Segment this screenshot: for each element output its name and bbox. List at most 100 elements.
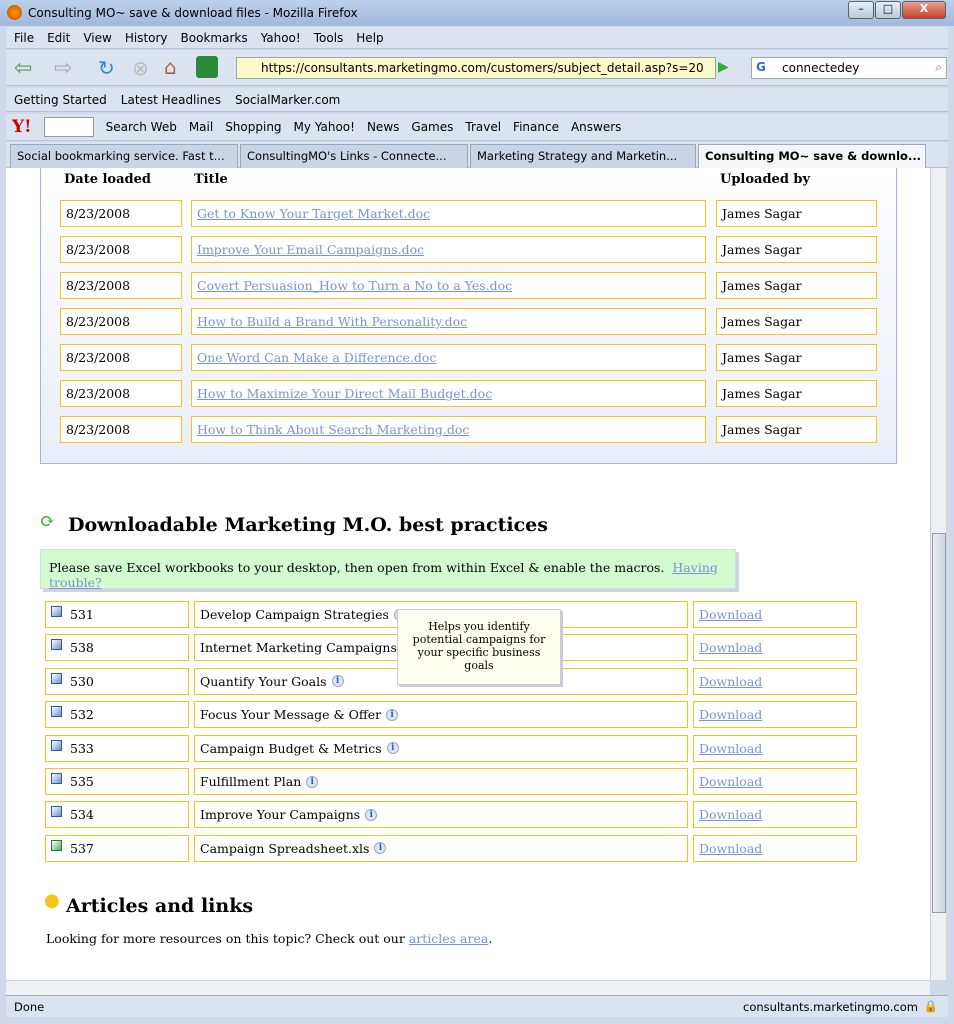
file-link[interactable]: How to Maximize Your Direct Mail Budget.… bbox=[197, 386, 492, 401]
horizontal-scrollbar[interactable] bbox=[6, 980, 930, 995]
uploader: James Sagar bbox=[722, 278, 802, 293]
info-icon[interactable]: i bbox=[374, 842, 387, 855]
title-cell: How to Maximize Your Direct Mail Budget.… bbox=[191, 380, 706, 407]
menu-file[interactable]: File bbox=[14, 31, 34, 45]
download-link[interactable]: Download bbox=[699, 640, 762, 655]
file-link[interactable]: Get to Know Your Target Market.doc bbox=[197, 206, 430, 221]
practice-id: 538 bbox=[70, 640, 94, 656]
download-link[interactable]: Download bbox=[699, 841, 762, 856]
header-uploaded-by: Uploaded by bbox=[720, 172, 811, 187]
window-title: Consulting MO~ save & download files - M… bbox=[28, 6, 358, 20]
tab[interactable]: Social bookmarking service. Fast t... bbox=[10, 144, 238, 168]
bookmark-item[interactable]: Getting Started bbox=[14, 93, 107, 107]
close-button[interactable]: X bbox=[902, 1, 946, 19]
info-icon[interactable]: i bbox=[306, 775, 319, 788]
file-link[interactable]: One Word Can Make a Difference.doc bbox=[197, 350, 436, 365]
menu-history[interactable]: History bbox=[125, 31, 168, 45]
articles-area-link[interactable]: articles area bbox=[409, 931, 489, 946]
download-link[interactable]: Download bbox=[699, 807, 762, 822]
date-cell: 8/23/2008 bbox=[60, 200, 182, 227]
word-icon bbox=[51, 639, 62, 651]
id-cell: 532 bbox=[45, 701, 189, 729]
articles-heading: Articles and links bbox=[66, 895, 254, 917]
word-icon bbox=[51, 773, 62, 784]
macro-note: Please save Excel workbooks to your desk… bbox=[40, 549, 736, 590]
tab-bar: Social bookmarking service. Fast t... Con… bbox=[6, 142, 948, 168]
addon-button[interactable] bbox=[196, 56, 218, 78]
home-button[interactable]: ⌂ bbox=[164, 55, 177, 79]
lock-icon: 🔒 bbox=[923, 999, 938, 1013]
status-text: Done bbox=[14, 1000, 45, 1014]
search-icon[interactable]: ⌕ bbox=[935, 60, 942, 75]
menu-view[interactable]: View bbox=[83, 31, 111, 45]
download-link[interactable]: Download bbox=[699, 707, 762, 722]
yahoo-mail[interactable]: Mail bbox=[189, 120, 213, 134]
info-icon[interactable]: i bbox=[365, 808, 378, 821]
download-link[interactable]: Download bbox=[699, 774, 762, 789]
tab[interactable]: ConsultingMO's Links - Connecte... bbox=[240, 144, 468, 168]
header-title: Title bbox=[194, 172, 228, 187]
yahoo-news[interactable]: News bbox=[367, 120, 399, 134]
file-link[interactable]: Covert Persuasion_How to Turn a No to a … bbox=[197, 278, 512, 293]
forward-button[interactable]: ⇨ bbox=[54, 56, 72, 81]
url-bar[interactable]: https://consultants.marketingmo.com/cust… bbox=[236, 57, 716, 79]
stop-button[interactable]: ⊗ bbox=[132, 56, 149, 80]
lightbulb-icon: ● bbox=[44, 890, 60, 911]
menu-yahoo[interactable]: Yahoo! bbox=[261, 31, 301, 45]
go-button[interactable]: ▶ bbox=[718, 59, 729, 75]
menu-bar: File Edit View History Bookmarks Yahoo! Tools H… bbox=[6, 27, 948, 49]
file-link[interactable]: Improve Your Email Campaigns.doc bbox=[197, 242, 424, 257]
date-cell: 8/23/2008 bbox=[60, 308, 182, 335]
practice-name: Improve Your Campaigns bbox=[200, 807, 361, 823]
practice-id: 530 bbox=[70, 673, 94, 689]
search-input[interactable]: connectedey G ⌕ bbox=[751, 57, 947, 79]
back-button[interactable]: ⇦ bbox=[14, 56, 32, 81]
download-link[interactable]: Download bbox=[699, 607, 762, 622]
id-cell: 534 bbox=[45, 801, 189, 829]
yahoo-shopping[interactable]: Shopping bbox=[225, 120, 281, 134]
tab-label: Marketing Strategy and Marketin... bbox=[477, 149, 678, 163]
bookmark-item[interactable]: Latest Headlines bbox=[121, 93, 221, 107]
yahoo-myyahoo[interactable]: My Yahoo! bbox=[294, 120, 355, 134]
file-link[interactable]: How to Think About Search Marketing.doc bbox=[197, 422, 469, 437]
date: 8/23/2008 bbox=[66, 314, 131, 329]
id-cell: 537 bbox=[45, 834, 189, 862]
status-bar: Done consultants.marketingmo.com 🔒 bbox=[6, 995, 948, 1017]
uploader: James Sagar bbox=[722, 314, 802, 329]
yahoo-travel[interactable]: Travel bbox=[465, 120, 501, 134]
info-icon[interactable]: i bbox=[386, 708, 399, 721]
uploaded-cell: James Sagar bbox=[716, 308, 877, 335]
download-link[interactable]: Download bbox=[699, 741, 762, 756]
menu-edit[interactable]: Edit bbox=[47, 31, 70, 45]
practice-id: 537 bbox=[70, 840, 94, 856]
name-cell: Focus Your Message & Offer i bbox=[194, 701, 688, 729]
menu-help[interactable]: Help bbox=[356, 31, 383, 45]
tab[interactable]: Consulting MO~ save & downlo... bbox=[698, 144, 926, 168]
practice-id: 534 bbox=[70, 807, 94, 823]
tooltip: Helps you identify potential campaigns f… bbox=[397, 609, 561, 685]
yahoo-searchweb[interactable]: Search Web bbox=[106, 120, 177, 134]
title-cell: Covert Persuasion_How to Turn a No to a … bbox=[191, 272, 706, 299]
info-icon[interactable]: i bbox=[386, 742, 399, 755]
maximize-button[interactable]: □ bbox=[875, 1, 901, 19]
download-cell: Download bbox=[693, 634, 857, 662]
info-icon[interactable]: i bbox=[331, 675, 344, 688]
tab[interactable]: Marketing Strategy and Marketin... bbox=[470, 144, 696, 168]
scrollbar-thumb[interactable] bbox=[932, 533, 946, 913]
date: 8/23/2008 bbox=[66, 278, 131, 293]
yahoo-answers[interactable]: Answers bbox=[571, 120, 621, 134]
menu-tools[interactable]: Tools bbox=[314, 31, 344, 45]
word-icon bbox=[51, 672, 62, 684]
file-link[interactable]: How to Build a Brand With Personality.do… bbox=[197, 314, 467, 329]
download-link[interactable]: Download bbox=[699, 674, 762, 689]
download-cell: Download bbox=[693, 834, 857, 862]
minimize-button[interactable]: – bbox=[848, 1, 874, 19]
menu-bookmarks[interactable]: Bookmarks bbox=[181, 31, 248, 45]
yahoo-search-box[interactable] bbox=[43, 117, 94, 137]
bookmark-item[interactable]: SocialMarker.com bbox=[235, 93, 340, 107]
yahoo-games[interactable]: Games bbox=[411, 120, 453, 134]
yahoo-logo[interactable]: Y! bbox=[12, 117, 32, 137]
vertical-scrollbar[interactable] bbox=[930, 168, 946, 980]
reload-button[interactable]: ↻ bbox=[98, 56, 115, 80]
yahoo-finance[interactable]: Finance bbox=[513, 120, 559, 134]
